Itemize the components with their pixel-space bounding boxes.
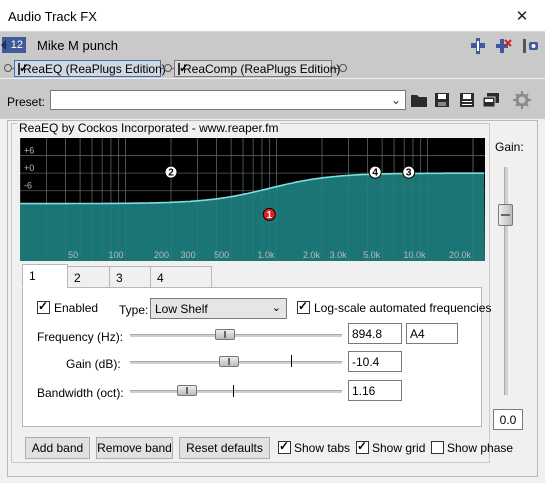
freq-tick-label: 2.0k bbox=[303, 250, 321, 260]
track-number-badge: 12 bbox=[1, 37, 26, 53]
type-value: Low Shelf bbox=[155, 302, 208, 316]
freq-tick-label: 500 bbox=[214, 250, 229, 260]
freq-tick-label: 100 bbox=[109, 250, 124, 260]
gain-db-label: Gain (dB): bbox=[66, 357, 121, 371]
chain-node bbox=[339, 64, 347, 72]
close-button[interactable]: ✕ bbox=[499, 0, 545, 32]
logscale-label: Log-scale automated frequencies bbox=[314, 301, 492, 315]
enabled-label: Enabled bbox=[54, 301, 99, 315]
show-grid-checkbox[interactable] bbox=[356, 439, 369, 454]
tab-band-4[interactable]: 4 bbox=[150, 266, 212, 288]
preset-label: Preset: bbox=[7, 95, 46, 109]
reset-defaults-button[interactable]: Reset defaults bbox=[179, 437, 270, 459]
track-name: Mike M punch bbox=[37, 38, 118, 53]
tab-band-1[interactable]: 1 bbox=[22, 264, 68, 288]
plugin-group-title: ReaEQ by Cockos Incorporated - www.reape… bbox=[17, 121, 281, 135]
type-label: Type: bbox=[119, 303, 149, 317]
freq-tick-label: 1.0k bbox=[258, 250, 276, 260]
output-gain-label: Gain: bbox=[495, 140, 524, 154]
open-folder-icon[interactable] bbox=[410, 91, 428, 109]
chevron-down-icon: ⌄ bbox=[271, 302, 281, 314]
gain-field[interactable]: -10.4 bbox=[348, 351, 402, 372]
fx-chip-reaeq[interactable]: ReaEQ (ReaPlugs Edition) bbox=[14, 60, 166, 77]
freq-tick-label: 20.0k bbox=[449, 250, 472, 260]
output-gain-slider-thumb[interactable] bbox=[498, 204, 513, 226]
settings-icon[interactable] bbox=[520, 36, 540, 56]
gear-icon[interactable] bbox=[513, 91, 531, 109]
fx-chain-bar: ReaEQ (ReaPlugs Edition) ReaComp (ReaPlu… bbox=[0, 59, 545, 78]
show-phase-label: Show phase bbox=[447, 441, 514, 455]
show-tabs-label: Show tabs bbox=[294, 441, 351, 455]
gain-slider-thumb[interactable] bbox=[219, 356, 239, 367]
bandwidth-default-marker bbox=[233, 385, 234, 397]
freq-tick-label: 200 bbox=[154, 250, 169, 260]
tab-band-3[interactable]: 3 bbox=[109, 266, 151, 288]
output-gain-slider-track[interactable] bbox=[504, 167, 508, 395]
frequency-label: Frequency (Hz): bbox=[37, 330, 124, 344]
window-title: Audio Track FX bbox=[8, 9, 97, 24]
preset-dropdown[interactable]: ⌄ bbox=[50, 90, 406, 110]
bypass-icon[interactable] bbox=[493, 36, 513, 56]
show-phase-checkbox[interactable] bbox=[431, 441, 444, 454]
frequency-slider-thumb[interactable] bbox=[215, 329, 235, 340]
add-band-button[interactable]: Add band bbox=[25, 437, 90, 459]
db-tick-label: -6 bbox=[24, 181, 32, 191]
freq-tick-label: 5.0k bbox=[363, 250, 381, 260]
chain-node bbox=[4, 64, 12, 72]
fx-chip-reacomp[interactable]: ReaComp (ReaPlugs Edition) bbox=[174, 60, 340, 77]
save-icon[interactable] bbox=[433, 91, 451, 109]
db-tick-label: +6 bbox=[24, 146, 34, 156]
chain-node bbox=[164, 64, 172, 72]
gain-default-marker bbox=[291, 355, 292, 367]
bandwidth-label: Bandwidth (oct): bbox=[37, 386, 124, 400]
chevron-down-icon: ⌄ bbox=[390, 93, 401, 107]
bandwidth-slider-track[interactable] bbox=[130, 390, 342, 393]
pin-icon[interactable] bbox=[468, 36, 488, 56]
type-dropdown[interactable]: Low Shelf ⌄ bbox=[150, 298, 287, 319]
fx-enabled-checkbox[interactable] bbox=[178, 61, 189, 75]
output-gain-field[interactable]: 0.0 bbox=[493, 409, 523, 430]
show-tabs-checkbox[interactable] bbox=[278, 439, 291, 454]
fx-chip-label: ReaComp (ReaPlugs Edition) bbox=[183, 61, 341, 76]
track-bar: 12 Mike M punch bbox=[0, 32, 545, 59]
fx-chip-label: ReaEQ (ReaPlugs Edition) bbox=[23, 61, 166, 76]
band-node-label: 2 bbox=[168, 168, 174, 179]
title-bar: Audio Track FX ✕ bbox=[0, 0, 545, 32]
db-tick-label: +0 bbox=[24, 163, 34, 173]
band-node-label: 3 bbox=[406, 168, 412, 179]
bandwidth-field[interactable]: 1.16 bbox=[348, 380, 402, 401]
frequency-slider-track[interactable] bbox=[130, 334, 342, 337]
fx-enabled-checkbox[interactable] bbox=[18, 61, 29, 75]
logscale-checkbox[interactable] bbox=[297, 299, 310, 314]
freq-tick-label: 10.0k bbox=[404, 250, 427, 260]
band-node-label: 4 bbox=[372, 168, 378, 179]
freq-tick-label: 3.0k bbox=[330, 250, 348, 260]
copy-icon[interactable] bbox=[482, 91, 500, 109]
preset-bar: Preset: ⌄ bbox=[0, 79, 545, 119]
tab-band-2[interactable]: 2 bbox=[67, 266, 110, 288]
enabled-checkbox[interactable] bbox=[37, 299, 50, 314]
frequency-field[interactable]: 894.8 bbox=[348, 323, 402, 344]
freq-tick-label: 300 bbox=[181, 250, 196, 260]
note-field[interactable]: A4 bbox=[406, 323, 458, 344]
eq-graph-svg[interactable]: +6 +0 -6 50 100 200 300 500 1.0k 2.0k 3.0k 5.0k 10.0… bbox=[20, 138, 485, 261]
freq-tick-label: 50 bbox=[68, 250, 78, 260]
show-grid-label: Show grid bbox=[372, 441, 426, 455]
eq-graph[interactable]: +6 +0 -6 50 100 200 300 500 1.0k 2.0k 3.0k 5.0k 10.0… bbox=[20, 138, 485, 261]
save-as-icon[interactable] bbox=[458, 91, 476, 109]
eq-response-fill bbox=[20, 173, 485, 261]
remove-band-button[interactable]: Remove band bbox=[96, 437, 173, 459]
band-node-label: 1 bbox=[266, 210, 272, 221]
bandwidth-slider-thumb[interactable] bbox=[177, 385, 197, 396]
